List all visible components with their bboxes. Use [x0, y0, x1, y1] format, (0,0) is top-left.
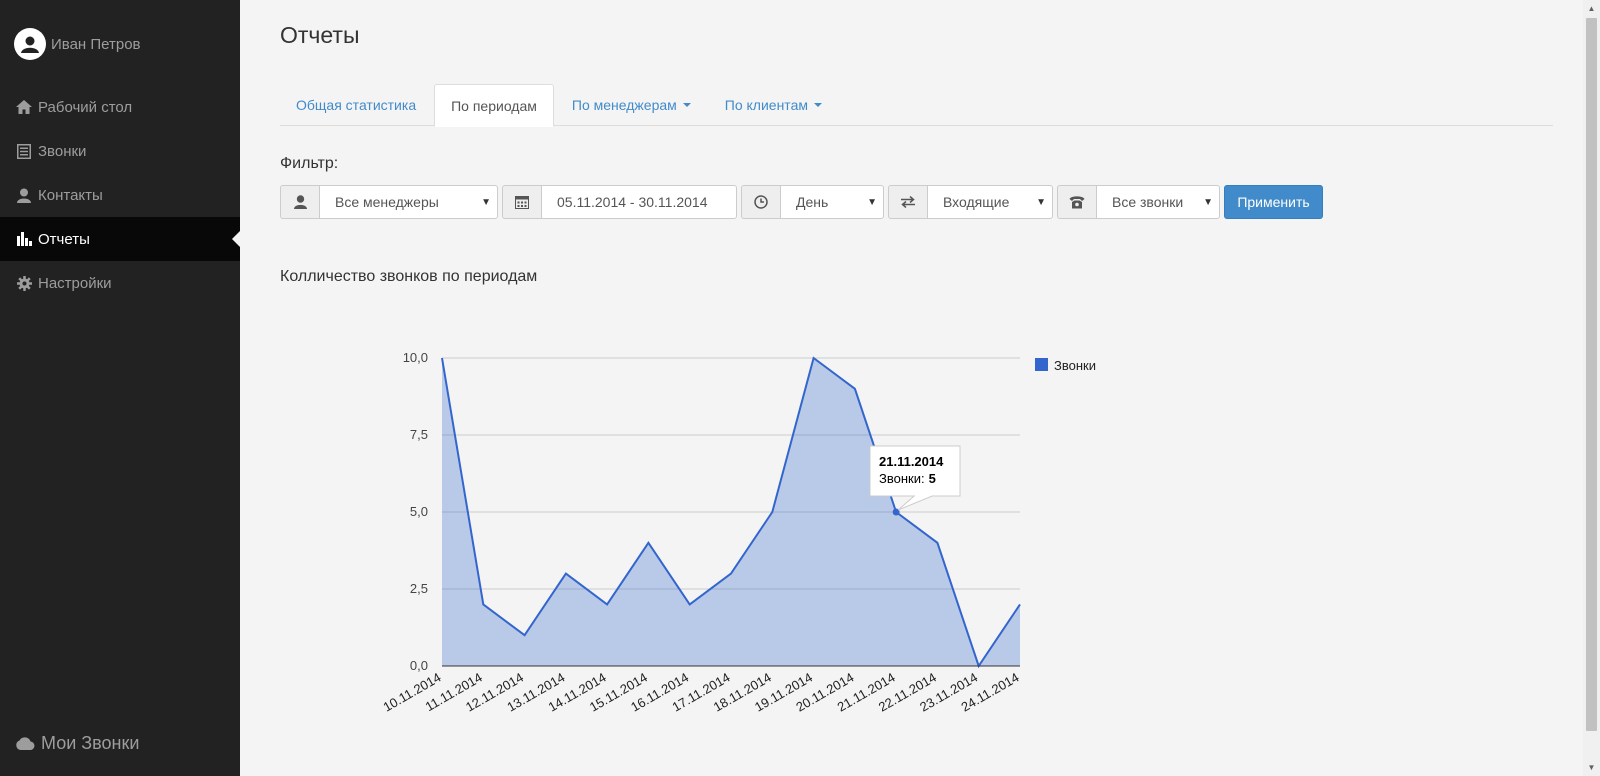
y-tick-label: 5,0 [410, 504, 428, 519]
y-tick-label: 2,5 [410, 581, 428, 596]
y-tick-label: 7,5 [410, 427, 428, 442]
legend-label: Звонки [1054, 358, 1096, 373]
chart-legend: Звонки [1035, 358, 1096, 373]
scroll-down-arrow-icon[interactable]: ▼ [1583, 759, 1600, 776]
tooltip-value: 5 [929, 471, 936, 486]
y-axis-labels: 0,0 2,5 5,0 7,5 10,0 [403, 350, 428, 673]
vertical-scrollbar[interactable]: ▲ ▼ [1583, 0, 1600, 776]
tooltip-date: 21.11.2014 [879, 454, 944, 469]
y-tick-label: 10,0 [403, 350, 428, 365]
x-axis-labels: 10.11.201411.11.201412.11.201413.11.2014… [380, 670, 1021, 715]
scroll-up-arrow-icon[interactable]: ▲ [1583, 0, 1600, 17]
y-tick-label: 0,0 [410, 658, 428, 673]
tooltip-label: Звонки: [879, 471, 925, 486]
calls-chart: 0,0 2,5 5,0 7,5 10,0 10.11.201411.11.201412.… [380, 350, 1096, 715]
legend-swatch [1035, 358, 1048, 371]
scrollbar-thumb[interactable] [1586, 18, 1597, 731]
